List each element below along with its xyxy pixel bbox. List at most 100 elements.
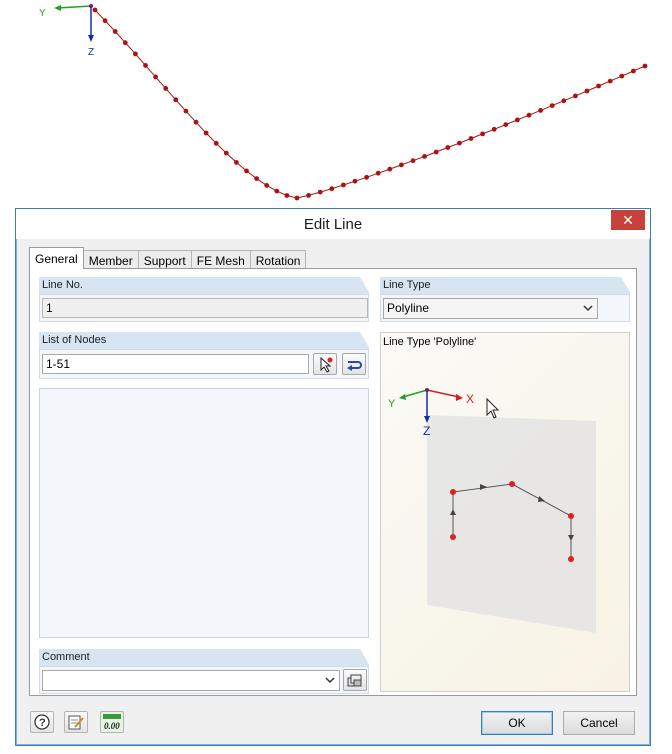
line-node[interactable] [254, 176, 259, 182]
line-node[interactable] [549, 103, 555, 108]
line-node[interactable] [573, 93, 578, 99]
line-node[interactable] [294, 195, 300, 201]
edit-line-dialog: Edit Line ✕ General Member Support FE Me… [15, 208, 651, 746]
polyline-diagram: Y X Z [388, 388, 596, 633]
line-node[interactable] [133, 51, 138, 57]
line-node[interactable] [433, 149, 439, 155]
line-node[interactable] [102, 18, 108, 24]
line-node[interactable] [153, 74, 159, 80]
line-node[interactable] [422, 154, 427, 159]
preview-axis-x: X [466, 392, 474, 406]
line-no-label: Line No. [39, 277, 370, 294]
line-node[interactable] [143, 63, 148, 68]
line-node[interactable] [122, 40, 128, 46]
cancel-button[interactable]: Cancel [563, 711, 635, 735]
tab-support[interactable]: Support [137, 250, 192, 269]
tab-bar: General Member Support FE Mesh Rotation [29, 247, 307, 269]
line-no-field[interactable]: 1 [42, 298, 368, 318]
line-type-label: Line Type [380, 277, 631, 294]
tab-member[interactable]: Member [82, 250, 139, 269]
line-node[interactable] [457, 140, 462, 146]
line-node[interactable] [92, 7, 98, 13]
model-graphic[interactable]: Y Z [0, 0, 672, 208]
axis-y-label: Y [39, 8, 46, 19]
line-node[interactable] [213, 140, 219, 146]
edit-button[interactable] [64, 711, 88, 733]
line-node[interactable] [163, 86, 169, 91]
ok-button[interactable]: OK [481, 711, 553, 735]
line-node[interactable] [223, 150, 229, 156]
line-node[interactable] [410, 158, 416, 164]
pick-nodes-button[interactable] [313, 353, 337, 375]
tab-general[interactable]: General [29, 247, 84, 269]
line-node[interactable] [515, 117, 520, 123]
comment-group [39, 666, 369, 694]
tab-rotation[interactable]: Rotation [249, 250, 307, 269]
comment-input[interactable] [42, 670, 340, 691]
line-node[interactable] [317, 189, 323, 195]
dialog-titlebar[interactable]: Edit Line ✕ [16, 209, 650, 239]
line-node[interactable] [387, 166, 393, 172]
line-node[interactable] [480, 131, 485, 137]
line-nodes[interactable] [92, 7, 648, 201]
list-of-nodes-label: List of Nodes [39, 332, 370, 349]
line-node[interactable] [631, 68, 636, 74]
line-node[interactable] [183, 108, 189, 114]
nodes-list-area [39, 388, 369, 638]
line-node[interactable] [329, 186, 335, 192]
line-node[interactable] [584, 88, 590, 94]
line-node[interactable] [234, 160, 239, 165]
line-node[interactable] [399, 162, 404, 168]
line-node[interactable] [203, 130, 209, 136]
line-node[interactable] [193, 119, 199, 125]
close-button[interactable]: ✕ [611, 210, 645, 230]
line-node[interactable] [341, 182, 346, 188]
line-node[interactable] [642, 63, 648, 69]
mouse-cursor-icon [486, 397, 500, 419]
comment-library-button[interactable] [343, 669, 367, 691]
line-type-select[interactable]: Polyline [383, 298, 598, 319]
line-node[interactable] [607, 78, 613, 84]
line-node[interactable] [619, 73, 625, 79]
help-button[interactable]: ? [30, 711, 54, 733]
tab-fe-mesh[interactable]: FE Mesh [190, 250, 251, 269]
edit-icon [68, 715, 84, 730]
line-type-preview: Line Type 'Polyline' Y X Z [380, 332, 630, 692]
line-node[interactable] [468, 136, 474, 141]
line-type-group: Polyline [380, 294, 630, 322]
help-icon: ? [34, 714, 50, 730]
list-of-nodes-group: 1-51 [39, 349, 369, 379]
line-polyline[interactable] [94, 9, 646, 199]
line-node[interactable] [264, 183, 270, 188]
preview-axis-y: Y [388, 398, 396, 410]
axis-z-label: Z [88, 47, 94, 58]
preview-axis-z: Z [423, 424, 430, 438]
list-of-nodes-input[interactable]: 1-51 [42, 354, 309, 374]
close-icon: ✕ [622, 212, 634, 228]
line-node[interactable] [503, 122, 509, 127]
line-node[interactable] [596, 83, 601, 89]
comment-label: Comment [39, 649, 370, 666]
line-type-value: Polyline [387, 301, 430, 315]
line-node[interactable] [364, 174, 369, 180]
general-tab-panel: Line No. 1 Line Type Polyline List of No… [29, 268, 637, 696]
model-viewport[interactable]: Y Z [0, 0, 672, 208]
line-node[interactable] [112, 29, 118, 34]
line-node[interactable] [244, 168, 249, 174]
line-node[interactable] [306, 193, 311, 198]
line-node[interactable] [491, 126, 497, 132]
line-node[interactable] [445, 145, 451, 150]
units-button[interactable]: 0.00 [100, 711, 124, 733]
line-node[interactable] [173, 97, 179, 103]
pick-nodes-icon [320, 356, 333, 373]
line-node[interactable] [274, 188, 280, 194]
line-node[interactable] [375, 170, 381, 176]
line-node[interactable] [561, 98, 567, 104]
units-icon: 0.00 [103, 714, 121, 731]
reverse-direction-button[interactable] [342, 353, 366, 375]
line-node[interactable] [538, 108, 543, 113]
preview-title: Line Type 'Polyline' [383, 336, 477, 348]
line-node[interactable] [352, 178, 358, 184]
line-node[interactable] [526, 112, 532, 118]
line-node[interactable] [284, 193, 290, 198]
